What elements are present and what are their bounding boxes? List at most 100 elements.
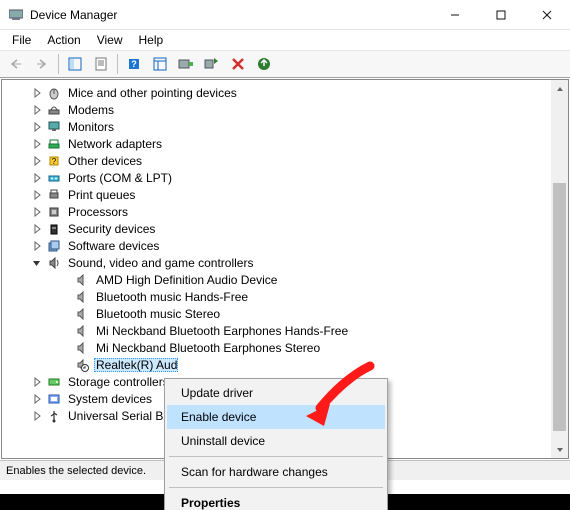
statusbar-text: Enables the selected device. xyxy=(6,465,146,477)
menu-view[interactable]: View xyxy=(89,31,131,49)
speaker-icon xyxy=(74,323,90,339)
back-button[interactable] xyxy=(4,53,28,75)
tree-label: AMD High Definition Audio Device xyxy=(94,273,279,287)
storage-icon xyxy=(46,374,62,390)
help-button[interactable]: ? xyxy=(122,53,146,75)
chevron-right-icon[interactable] xyxy=(30,222,44,236)
chevron-right-icon[interactable] xyxy=(30,103,44,117)
toolbar-separator xyxy=(58,54,59,74)
window-title: Device Manager xyxy=(30,8,432,22)
scroll-up-button[interactable] xyxy=(551,80,568,97)
scroll-track[interactable] xyxy=(551,97,568,441)
tree-category[interactable]: Monitors xyxy=(2,118,568,135)
tree-label: Processors xyxy=(66,205,130,219)
chevron-right-icon[interactable] xyxy=(30,409,44,423)
chevron-right-icon[interactable] xyxy=(30,120,44,134)
tree-label: Modems xyxy=(66,103,116,117)
tree-spacer xyxy=(58,290,72,304)
maximize-button[interactable] xyxy=(478,0,524,30)
software-icon xyxy=(46,238,62,254)
chevron-right-icon[interactable] xyxy=(30,375,44,389)
forward-button[interactable] xyxy=(30,53,54,75)
close-button[interactable] xyxy=(524,0,570,30)
context-menu-item[interactable]: Uninstall device xyxy=(167,429,385,453)
tree-label: Storage controllers xyxy=(66,375,171,389)
chevron-right-icon[interactable] xyxy=(30,154,44,168)
tree-device[interactable]: Bluetooth music Hands-Free xyxy=(2,288,568,305)
tree-category[interactable]: Ports (COM & LPT) xyxy=(2,169,568,186)
tree-label: Sound, video and game controllers xyxy=(66,256,255,270)
view-button[interactable] xyxy=(148,53,172,75)
security-icon xyxy=(46,221,62,237)
context-menu-item[interactable]: Scan for hardware changes xyxy=(167,460,385,484)
tree-category[interactable]: Sound, video and game controllers xyxy=(2,254,568,271)
svg-text:?: ? xyxy=(52,157,57,166)
menu-action[interactable]: Action xyxy=(39,31,88,49)
minimize-button[interactable] xyxy=(432,0,478,30)
scroll-thumb[interactable] xyxy=(553,183,566,431)
modem-icon xyxy=(46,102,62,118)
tree-label: Bluetooth music Hands-Free xyxy=(94,290,250,304)
tree-device[interactable]: Bluetooth music Stereo xyxy=(2,305,568,322)
tree-spacer xyxy=(58,324,72,338)
menu-file[interactable]: File xyxy=(4,31,39,49)
chevron-right-icon[interactable] xyxy=(30,86,44,100)
tree-device[interactable]: Mi Neckband Bluetooth Earphones Stereo xyxy=(2,339,568,356)
tree-label: Universal Serial Bus controllers xyxy=(66,409,172,423)
usb-icon xyxy=(46,408,62,424)
vertical-scrollbar[interactable] xyxy=(551,80,568,458)
context-menu: Update driverEnable deviceUninstall devi… xyxy=(164,378,388,510)
tree-device[interactable]: Mi Neckband Bluetooth Earphones Hands-Fr… xyxy=(2,322,568,339)
tree-label: Bluetooth music Stereo xyxy=(94,307,222,321)
tree-label: Mi Neckband Bluetooth Earphones Stereo xyxy=(94,341,322,355)
tree-category[interactable]: Network adapters xyxy=(2,135,568,152)
show-hidden-button[interactable] xyxy=(63,53,87,75)
tree-label: Mi Neckband Bluetooth Earphones Hands-Fr… xyxy=(94,324,350,338)
chevron-right-icon[interactable] xyxy=(30,137,44,151)
tree-category[interactable]: Software devices xyxy=(2,237,568,254)
scan-hardware-button[interactable] xyxy=(252,53,276,75)
tree-label: System devices xyxy=(66,392,154,406)
monitor-icon xyxy=(46,119,62,135)
enable-device-button[interactable] xyxy=(200,53,224,75)
tree-label: Print queues xyxy=(66,188,137,202)
uninstall-button[interactable] xyxy=(226,53,250,75)
context-menu-separator xyxy=(169,456,383,457)
speaker-icon xyxy=(74,340,90,356)
tree-category[interactable]: Modems xyxy=(2,101,568,118)
menu-help[interactable]: Help xyxy=(131,31,172,49)
chevron-down-icon[interactable] xyxy=(30,256,44,270)
tree-category[interactable]: Security devices xyxy=(2,220,568,237)
context-menu-item[interactable]: Enable device xyxy=(167,405,385,429)
tree-label: Realtek(R) Audio xyxy=(94,358,178,372)
tree-category[interactable]: Processors xyxy=(2,203,568,220)
speaker-icon xyxy=(74,272,90,288)
port-icon xyxy=(46,170,62,186)
tree-category[interactable]: Print queues xyxy=(2,186,568,203)
sound-icon xyxy=(46,255,62,271)
tree-category[interactable]: ? Other devices xyxy=(2,152,568,169)
chevron-right-icon[interactable] xyxy=(30,239,44,253)
tree-label: Mice and other pointing devices xyxy=(66,86,239,100)
chevron-right-icon[interactable] xyxy=(30,171,44,185)
properties-button[interactable] xyxy=(89,53,113,75)
tree-device[interactable]: Realtek(R) Audio xyxy=(2,356,568,373)
context-menu-item[interactable]: Properties xyxy=(167,491,385,510)
tree-label: Security devices xyxy=(66,222,157,236)
scroll-down-button[interactable] xyxy=(551,441,568,458)
chevron-right-icon[interactable] xyxy=(30,392,44,406)
chevron-right-icon[interactable] xyxy=(30,188,44,202)
tree-device[interactable]: AMD High Definition Audio Device xyxy=(2,271,568,288)
update-driver-button[interactable] xyxy=(174,53,198,75)
printer-icon xyxy=(46,187,62,203)
chevron-right-icon[interactable] xyxy=(30,205,44,219)
app-icon xyxy=(8,7,24,23)
tree-label: Other devices xyxy=(66,154,144,168)
context-menu-separator xyxy=(169,487,383,488)
tree-spacer xyxy=(58,307,72,321)
menubar: File Action View Help xyxy=(0,30,570,50)
other-icon: ? xyxy=(46,153,62,169)
system-icon xyxy=(46,391,62,407)
tree-category[interactable]: Mice and other pointing devices xyxy=(2,84,568,101)
context-menu-item[interactable]: Update driver xyxy=(167,381,385,405)
